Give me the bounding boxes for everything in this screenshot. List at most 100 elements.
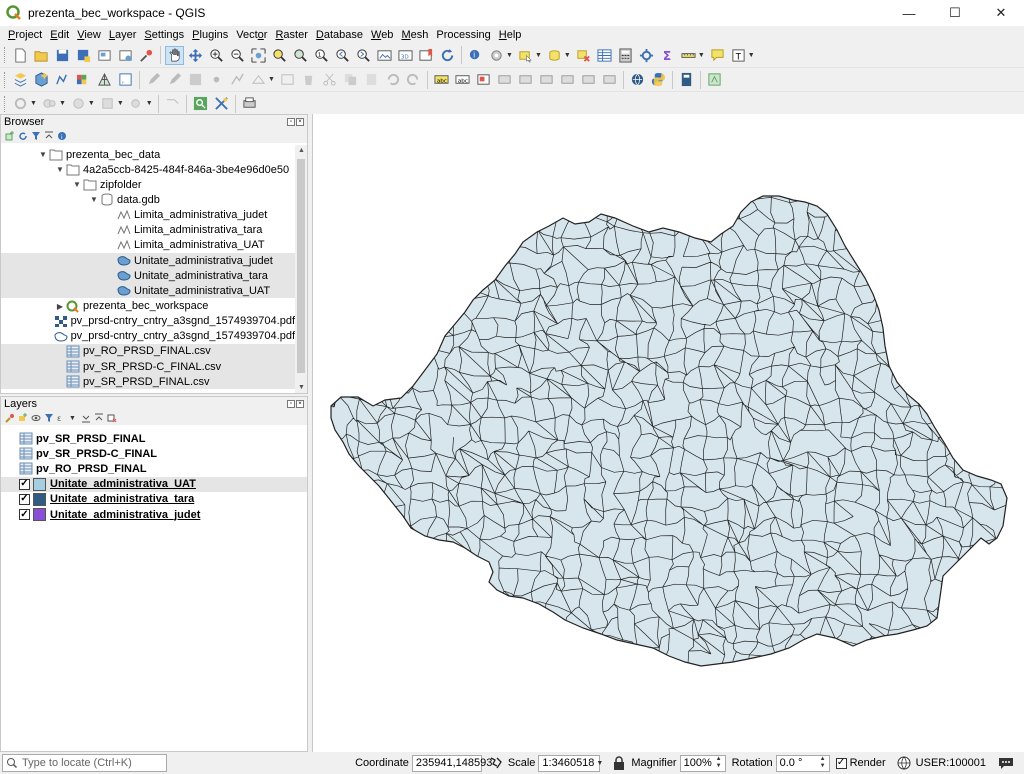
- map-tips-icon[interactable]: [708, 46, 727, 65]
- highlight-pinned-labels-icon[interactable]: [495, 70, 514, 89]
- collapse-arrow-icon[interactable]: ▼: [37, 150, 49, 159]
- menu-edit[interactable]: Edit: [46, 29, 73, 41]
- new-project-icon[interactable]: [11, 46, 30, 65]
- spin-arrows-icon[interactable]: ▲ ▼: [820, 756, 826, 770]
- add-part-icon[interactable]: [40, 94, 59, 113]
- browser-item[interactable]: pv_SR_PRSD-C_FINAL.csv: [1, 359, 295, 375]
- field-calculator-icon[interactable]: [616, 46, 635, 65]
- reshape-features-icon[interactable]: [127, 94, 146, 113]
- menu-project[interactable]: Project: [4, 29, 46, 41]
- identify-features-icon[interactable]: i: [466, 46, 485, 65]
- collapse-all-icon[interactable]: [44, 131, 54, 141]
- collapse-arrow-icon[interactable]: ▼: [88, 195, 100, 204]
- browser-item[interactable]: Unitate_administrativa_UAT: [1, 283, 295, 299]
- messages-icon[interactable]: [998, 755, 1014, 771]
- save-project-icon[interactable]: [53, 46, 72, 65]
- add-delimited-text-icon[interactable]: ,: [116, 70, 135, 89]
- browser-item[interactable]: Unitate_administrativa_judet: [1, 253, 295, 269]
- dropdown-arrow-icon[interactable]: ▼: [506, 52, 513, 59]
- add-mesh-layer-icon[interactable]: [95, 70, 114, 89]
- manage-map-themes-icon[interactable]: [31, 413, 41, 423]
- actions-icon[interactable]: [487, 46, 506, 65]
- deselect-all-icon[interactable]: [574, 46, 593, 65]
- layer-item[interactable]: ✓ Unitate_administrativa_tara: [1, 492, 307, 507]
- layer-item[interactable]: ✓ Unitate_administrativa_judet: [1, 507, 307, 522]
- rotation-spinbox[interactable]: 0.0 ° ▲ ▼: [775, 754, 830, 772]
- show-hide-labels-icon[interactable]: [537, 70, 556, 89]
- new-print-layout-icon[interactable]: [95, 46, 114, 65]
- maximize-button[interactable]: ☐: [932, 0, 978, 26]
- open-layer-styling-icon[interactable]: [5, 413, 15, 423]
- enable-properties-icon[interactable]: i: [57, 131, 67, 141]
- browser-item[interactable]: pv_prsd-cntry_cntry_a3sgnd_1574939704.pd…: [1, 314, 295, 329]
- undo-icon[interactable]: [383, 70, 402, 89]
- new-geopackage-layer-icon[interactable]: [32, 70, 51, 89]
- processing-toolbox-icon[interactable]: [637, 46, 656, 65]
- toolbar-grip[interactable]: [4, 95, 7, 112]
- render-checkbox[interactable]: ✓: [835, 757, 847, 769]
- style-manager-icon[interactable]: [137, 46, 156, 65]
- locator-bar[interactable]: Type to locate (Ctrl+K): [2, 754, 167, 772]
- layer-item[interactable]: pv_SR_PRSD-C_FINAL: [1, 446, 307, 461]
- layer-item[interactable]: pv_SR_PRSD_FINAL: [1, 431, 307, 446]
- close-panel-icon[interactable]: ×: [296, 118, 304, 126]
- browser-item[interactable]: ▼ zipfolder: [1, 177, 295, 192]
- digitize-line-icon[interactable]: [228, 70, 247, 89]
- cut-features-icon[interactable]: [320, 70, 339, 89]
- dropdown-arrow-icon[interactable]: ▼: [69, 415, 76, 422]
- web-plugin-icon[interactable]: [628, 70, 647, 89]
- new-bookmark-icon[interactable]: [417, 46, 436, 65]
- minimize-button[interactable]: —: [886, 0, 932, 26]
- map-canvas[interactable]: [312, 114, 1024, 752]
- expand-arrow-icon[interactable]: ▶: [54, 302, 66, 311]
- dropdown-arrow-icon[interactable]: ▼: [698, 52, 705, 59]
- scrollbar-thumb[interactable]: [297, 159, 305, 373]
- add-selected-layers-icon[interactable]: [5, 131, 15, 141]
- select-by-value-icon[interactable]: [545, 46, 564, 65]
- toggle-extents-icon[interactable]: [488, 755, 504, 771]
- fill-ring-icon[interactable]: [69, 94, 88, 113]
- menu-layer[interactable]: Layer: [105, 29, 141, 41]
- text-annotation-icon[interactable]: T: [729, 46, 748, 65]
- collapse-all-layers-icon[interactable]: [94, 413, 104, 423]
- menu-raster[interactable]: Raster: [271, 29, 311, 41]
- browser-item[interactable]: Limita_administrativa_UAT: [1, 238, 295, 253]
- coordinate-field[interactable]: 235941,148593: [411, 754, 492, 772]
- zoom-native-icon[interactable]: 1: [312, 46, 331, 65]
- paste-features-icon[interactable]: [362, 70, 381, 89]
- browser-item[interactable]: pv_prsd-cntry_cntry_a3sgnd_1574939704.pd…: [1, 329, 295, 344]
- scale-dropdown-icon[interactable]: ▼: [596, 760, 603, 767]
- pan-map-icon[interactable]: [165, 45, 184, 65]
- browser-item[interactable]: Unitate_administrativa_tara: [1, 268, 295, 284]
- toolbar-grip[interactable]: [4, 47, 7, 63]
- label-toolbar-icon[interactable]: abc: [432, 70, 451, 89]
- filter-by-expression-icon[interactable]: ε: [57, 413, 67, 423]
- save-as-icon[interactable]: [74, 46, 93, 65]
- dropdown-arrow-icon[interactable]: ▼: [748, 52, 755, 59]
- new-map-view-icon[interactable]: [375, 46, 394, 65]
- menu-plugins[interactable]: Plugins: [188, 29, 232, 41]
- dropdown-arrow-icon[interactable]: ▼: [146, 100, 153, 107]
- python-console-icon[interactable]: [649, 70, 668, 89]
- crs-globe-icon[interactable]: [896, 755, 912, 771]
- menu-mesh[interactable]: Mesh: [397, 29, 432, 41]
- delete-selected-icon[interactable]: [299, 70, 318, 89]
- move-label-icon[interactable]: [558, 70, 577, 89]
- refresh-browser-icon[interactable]: [18, 131, 28, 141]
- layer-visibility-checkbox[interactable]: ✓: [19, 478, 30, 490]
- locate-processing-icon[interactable]: [191, 94, 210, 113]
- zoom-out-icon[interactable]: [228, 46, 247, 65]
- map-view[interactable]: [313, 114, 1024, 752]
- vertex-tool-icon[interactable]: [249, 70, 268, 89]
- dropdown-arrow-icon[interactable]: ▼: [268, 76, 275, 83]
- delete-ring-icon[interactable]: [98, 94, 117, 113]
- dropdown-arrow-icon[interactable]: ▼: [88, 100, 95, 107]
- rotate-label-icon[interactable]: [579, 70, 598, 89]
- collapse-arrow-icon[interactable]: ▼: [54, 165, 66, 174]
- layout-manager-icon[interactable]: [116, 46, 135, 65]
- open-project-icon[interactable]: [32, 46, 51, 65]
- undock-panel-icon[interactable]: ▫: [287, 400, 295, 408]
- collapse-arrow-icon[interactable]: ▼: [71, 180, 83, 189]
- toggle-editing-icon[interactable]: [165, 70, 184, 89]
- remove-layer-icon[interactable]: [107, 413, 117, 423]
